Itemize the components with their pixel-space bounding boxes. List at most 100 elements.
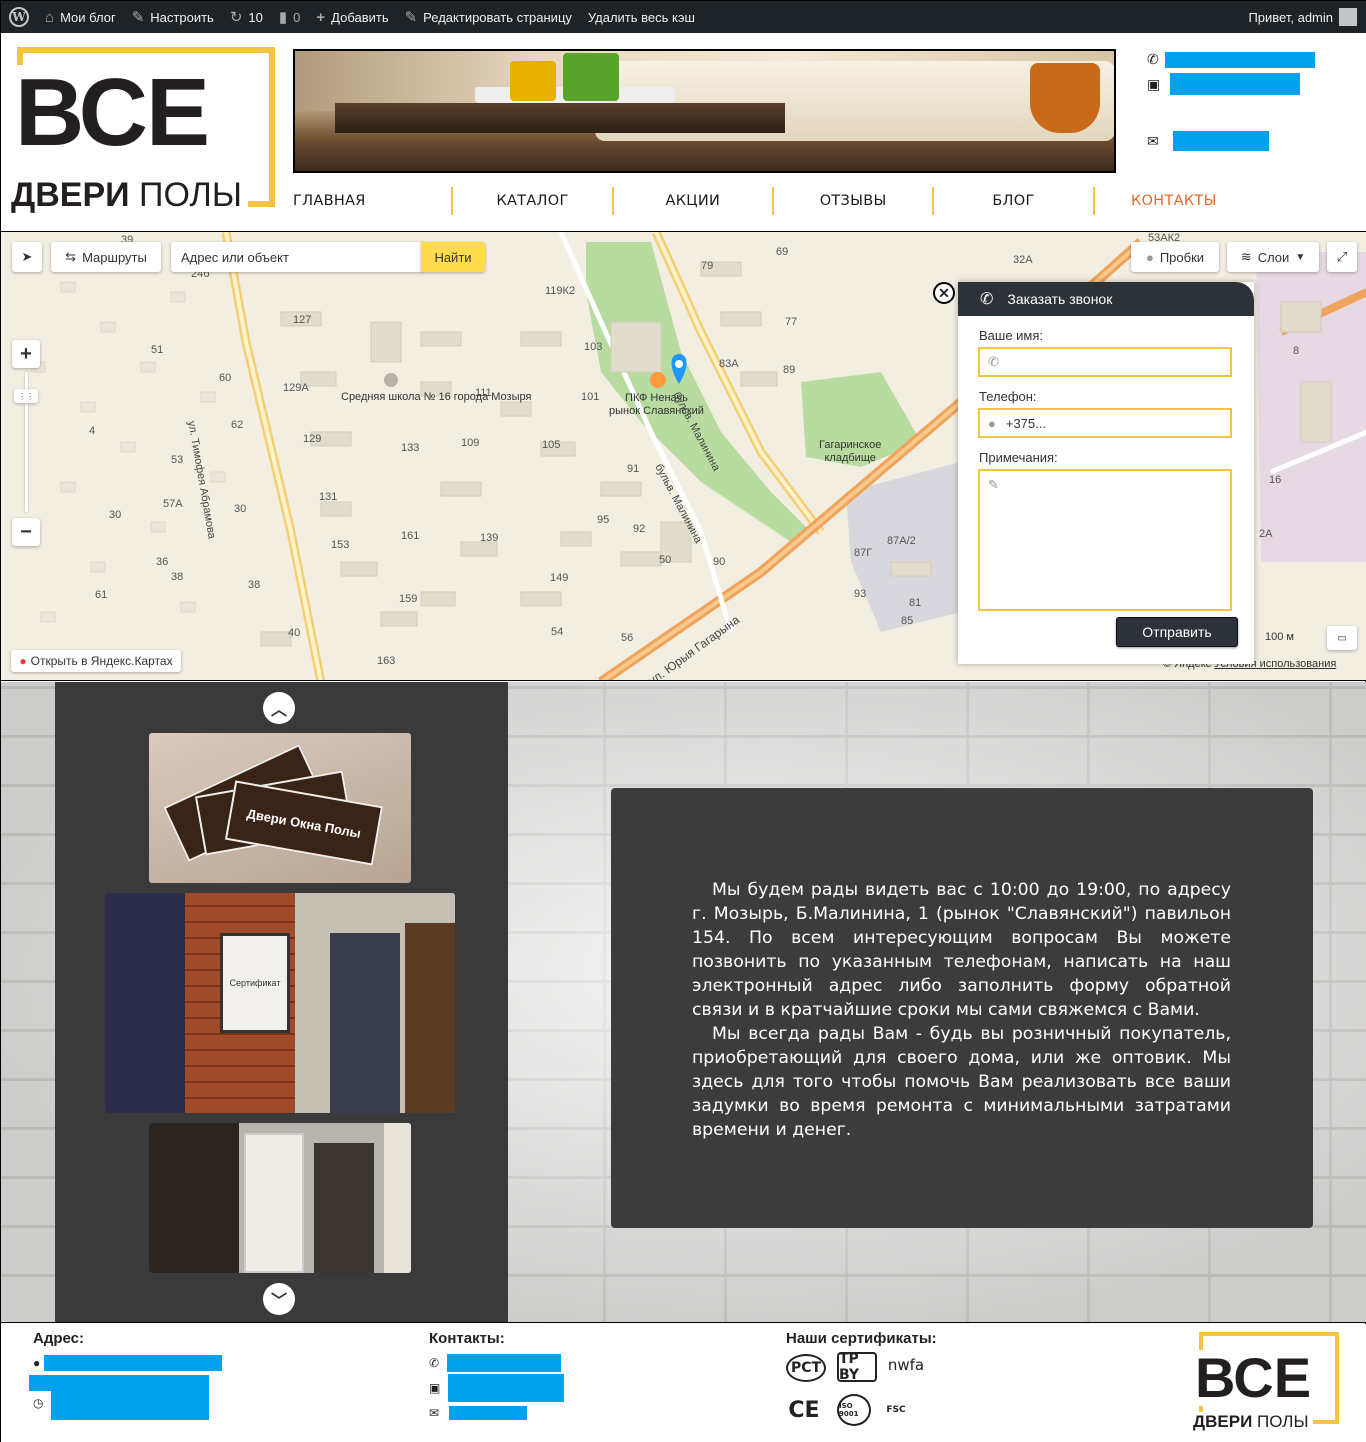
gallery-image-doors[interactable] [149,1123,411,1273]
name-input[interactable]: ✆ [978,347,1232,377]
customize-link[interactable]: ✎ Настроить [124,1,222,33]
nav-promotions[interactable]: АКЦИИ [614,187,774,215]
edit-page-link[interactable]: ✎ Редактировать страницу [397,1,580,33]
house-number: 53 [171,454,184,466]
house-number: 54 [551,626,564,638]
geolocation-button[interactable]: ➤ [12,242,42,272]
tr-by-cert-icon: ТР BY [837,1351,877,1383]
comment-icon: ▮ [278,9,288,26]
nav-blog[interactable]: БЛОГ [934,187,1095,215]
wp-logo-menu[interactable]: W [1,1,37,33]
traffic-icon: ● [1145,249,1154,265]
header-mobile-row: ▣ [1147,73,1301,95]
house-number: 103 [584,341,603,353]
nav-catalog[interactable]: КАТАЛОГ [453,187,614,215]
map-search-button[interactable]: Найти [421,242,485,272]
redacted-email[interactable] [449,1406,528,1420]
house-number: 129А [283,382,309,394]
submit-button[interactable]: Отправить [1116,617,1238,647]
house-number: 4 [89,425,96,437]
route-icon: ⇆ [65,249,77,264]
routes-button[interactable]: ⇆ Маршруты [51,242,161,272]
notes-textarea[interactable]: ✎ [978,469,1232,611]
nav-reviews[interactable]: ОТЗЫВЫ [774,187,935,215]
clock-icon: ◷ [33,1396,44,1410]
mobile-icon: ▣ [1147,75,1161,92]
chevron-up-icon: ︿ [270,702,287,719]
footer-logo-big-text: ВСЕ [1195,1350,1316,1406]
house-number: 149 [550,572,569,584]
house-number: 56 [621,632,634,644]
zoom-out-button[interactable]: − [12,518,40,546]
house-number: 133 [401,442,420,454]
house-number: 16 [1269,474,1282,486]
house-number: 131 [319,491,338,503]
redacted-hours [51,1386,210,1420]
close-form-button[interactable]: ✕ [933,282,955,304]
brush-icon: ✎ [131,9,145,26]
about-section: ︿ Двери Окна Полы Сертификат ﹀ Мы будем … [1,682,1366,1323]
updates-link[interactable]: ↻ 10 [222,1,271,33]
nav-home[interactable]: ГЛАВНАЯ [293,187,454,215]
account-menu[interactable]: Привет, admin [1240,1,1366,33]
phone-icon: ✆ [429,1356,440,1370]
house-number: 109 [461,437,480,449]
page: W ⌂ Мои блог ✎ Настроить ↻ 10 ▮ 0 + Доба… [0,0,1366,1442]
map-pin-icon: ● [19,654,27,668]
house-number: 89 [783,364,796,376]
ce-cert-icon: CE [788,1397,820,1423]
footer-certificates-title: Наши сертификаты: [786,1330,937,1347]
pencil-icon: ✎ [988,477,999,492]
phone-placeholder: +375... [1005,415,1046,431]
my-blog-link[interactable]: ⌂ Мои блог [37,1,124,33]
zoom-slider-handle[interactable]: ⋮⋮ [14,389,38,403]
phone-icon: ✆ [988,354,999,369]
add-new-link[interactable]: + Добавить [308,1,396,33]
logo-big-text: ВСЕ [15,65,215,161]
header-email-row: ✉ [1147,131,1269,151]
customize-label: Настроить [150,9,214,25]
house-number: 105 [542,439,561,451]
notes-label: Примечания: [979,450,1058,465]
cemetery-poi-label[interactable]: Гагаринское кладбище [819,439,881,465]
nav-contacts[interactable]: КОНТАКТЫ [1095,187,1253,215]
image-gallery: ︿ Двери Окна Полы Сертификат ﹀ [55,682,508,1322]
mail-icon: ✉ [1147,132,1159,149]
phone-input[interactable]: ● +375... [978,408,1232,438]
card-text: Двери Окна Полы [224,780,384,866]
house-number: 62 [231,419,244,431]
about-paragraph-2: Мы всегда рады Вам - будь вы розничный п… [692,1024,1231,1140]
comments-link[interactable]: ▮ 0 [271,1,309,33]
footer-logo[interactable]: ВСЕ ДВЕРИ ПОЛЫ [1191,1332,1341,1432]
map-search-input[interactable]: Адрес или объект [171,242,423,272]
school-poi-label[interactable]: Средняя школа № 16 города Мозыря [341,391,531,404]
phone-label: Телефон: [979,389,1037,404]
site-logo[interactable]: ВСЕ ДВЕРИ ПОЛЫ [11,47,275,215]
clear-cache-link[interactable]: Удалить весь кэш [580,1,703,33]
redacted-phone [1164,51,1315,68]
house-number: 159 [399,593,418,605]
gallery-image-showroom[interactable]: Сертификат [105,893,455,1113]
house-number: 40 [288,627,301,639]
gallery-up-button[interactable]: ︿ [263,692,295,724]
house-number: 38 [171,571,184,583]
zoom-in-button[interactable]: + [12,340,40,368]
fullscreen-button[interactable]: ⤢ [1327,242,1357,272]
open-in-yandex-link[interactable]: ● Открыть в Яндекс.Картах [11,650,181,672]
layers-button[interactable]: ≋ Слои ▼ [1227,242,1319,272]
wp-admin-bar: W ⌂ Мои блог ✎ Настроить ↻ 10 ▮ 0 + Доба… [1,1,1366,33]
header-phone-row: ✆ [1147,51,1315,68]
nwfa-cert-icon: nwfa [887,1356,925,1374]
avatar [1339,8,1357,26]
footer-address: Адрес: ● ◷ [29,1330,223,1420]
gallery-down-button[interactable]: ﹀ [263,1283,295,1315]
traffic-button[interactable]: ● Пробки [1131,242,1219,272]
map-search-placeholder: Адрес или объект [181,249,289,265]
redacted-email[interactable] [1172,131,1269,151]
house-number: 36 [156,556,169,568]
gallery-image-business-cards[interactable]: Двери Окна Полы [149,733,411,883]
house-number: 81 [909,597,922,609]
main-nav: ГЛАВНАЯ КАТАЛОГ АКЦИИ ОТЗЫВЫ БЛОГ КОНТАК… [293,181,1253,221]
ruler-button[interactable]: ▭ [1327,626,1357,650]
map-scale: 100 м [1265,631,1294,643]
